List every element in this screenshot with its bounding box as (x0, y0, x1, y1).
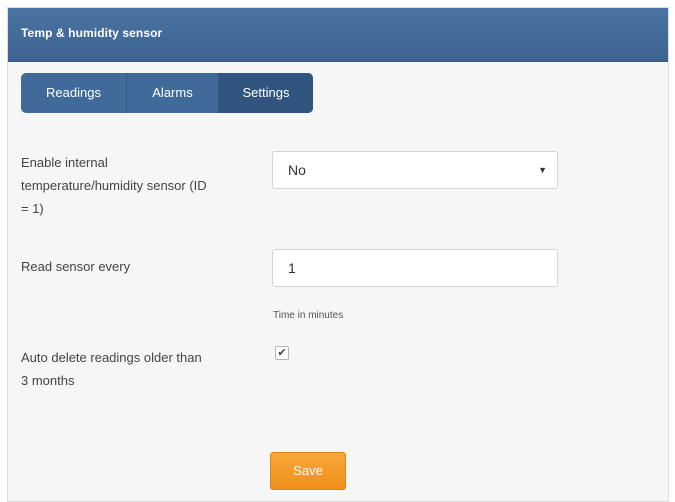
enable-sensor-value: No (288, 162, 306, 178)
tab-alarms[interactable]: Alarms (127, 73, 219, 113)
auto-delete-label: Auto delete readings older than 3 months (21, 346, 202, 392)
read-interval-help: Time in minutes (273, 310, 344, 321)
read-every-label: Read sensor every (21, 259, 131, 274)
tab-bar: Readings Alarms Settings (21, 73, 313, 113)
enable-sensor-label-line3: = 1) (21, 201, 44, 216)
checkmark-icon: ✔ (277, 347, 287, 359)
tab-settings[interactable]: Settings (219, 73, 313, 113)
panel-header: Temp & humidity sensor (8, 8, 668, 62)
read-interval-input[interactable]: 1 (272, 249, 558, 287)
enable-sensor-label: Enable internal temperature/humidity sen… (21, 151, 207, 220)
enable-sensor-label-line2: temperature/humidity sensor (ID (21, 178, 207, 193)
enable-sensor-select[interactable]: No ▼ (272, 151, 558, 189)
save-button[interactable]: Save (270, 452, 346, 490)
auto-delete-label-line2: 3 months (21, 373, 75, 388)
panel-title: Temp & humidity sensor (21, 26, 163, 40)
auto-delete-checkbox[interactable]: ✔ (275, 346, 289, 360)
caret-down-icon: ▼ (538, 165, 547, 175)
sensor-panel: Temp & humidity sensor Readings Alarms S… (7, 7, 669, 502)
auto-delete-label-line1: Auto delete readings older than (21, 350, 202, 365)
tab-readings[interactable]: Readings (21, 73, 127, 113)
enable-sensor-label-line1: Enable internal (21, 155, 108, 170)
read-interval-value: 1 (288, 260, 296, 276)
